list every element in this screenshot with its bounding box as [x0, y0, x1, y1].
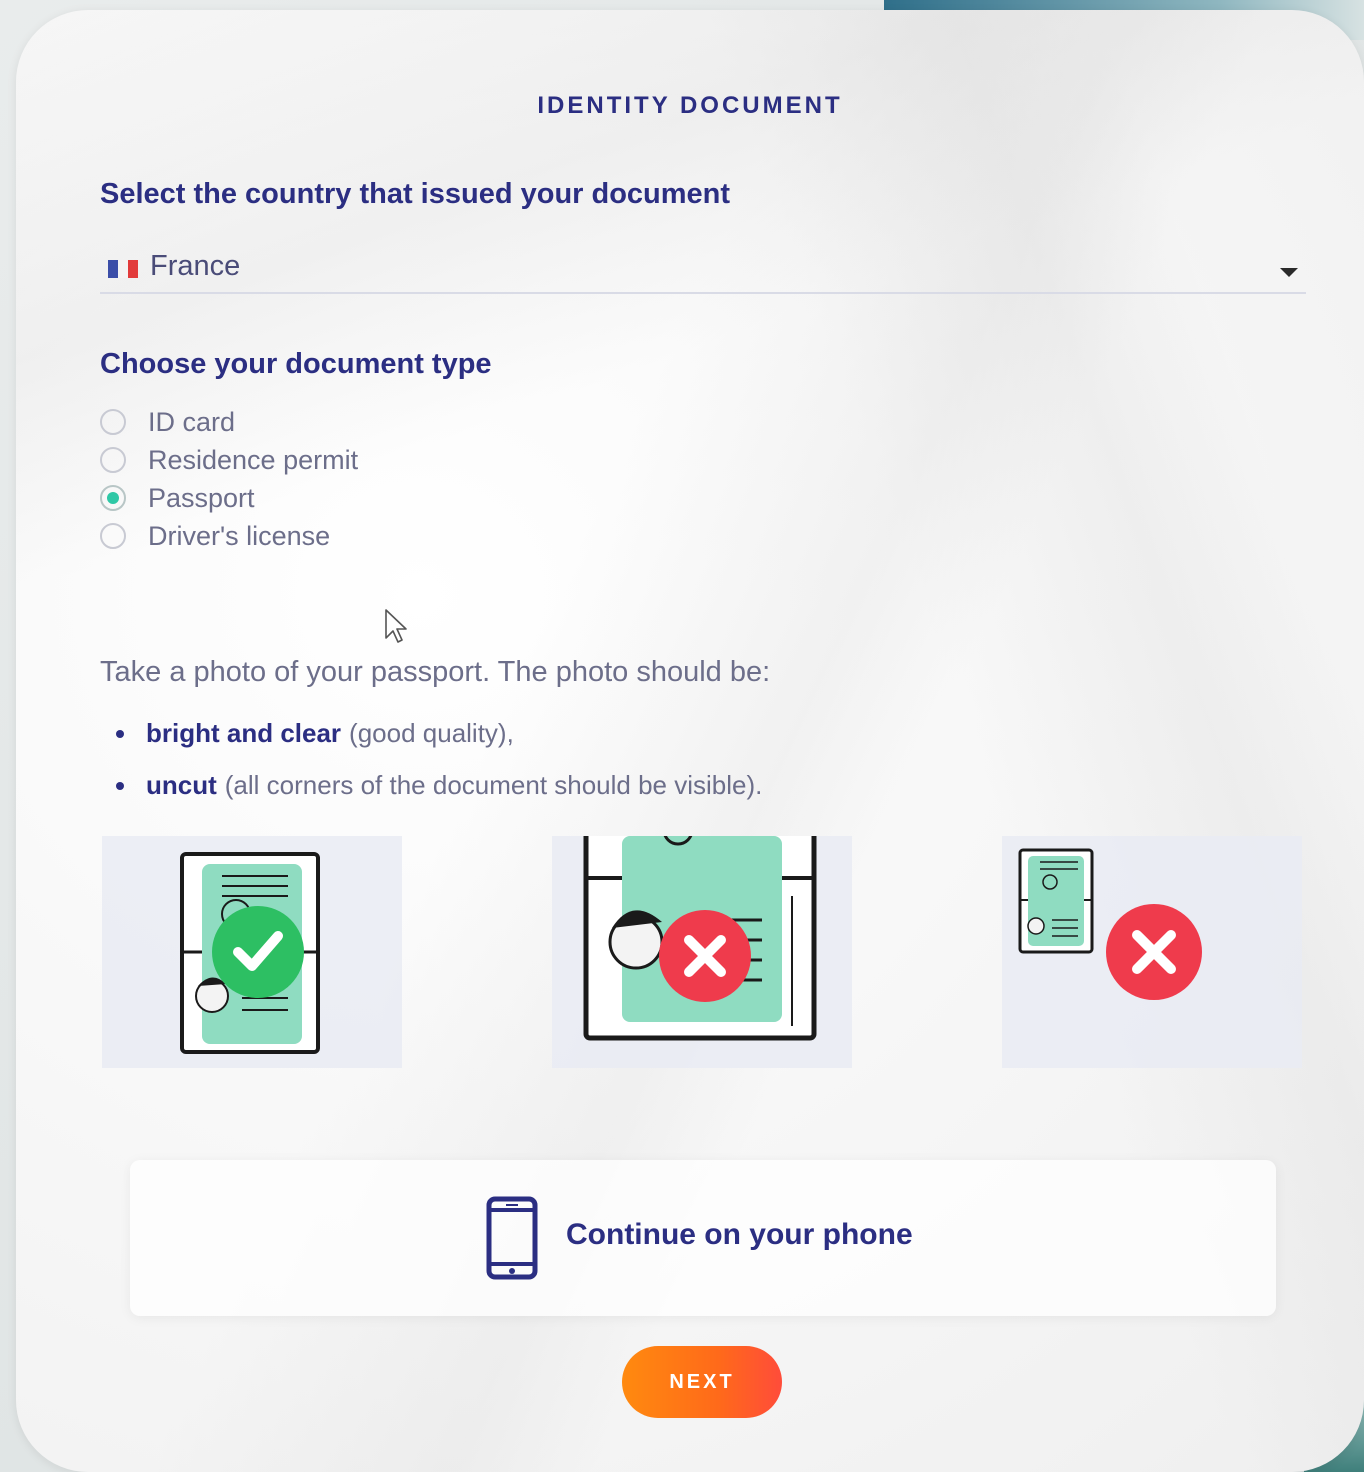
- passport-illustration: [1018, 848, 1202, 1000]
- radio-button[interactable]: [100, 409, 126, 435]
- bullet-bold-text: uncut: [146, 770, 217, 800]
- radio-option-residence-permit[interactable]: Residence permit: [100, 442, 358, 478]
- country-label: Select the country that issued your docu…: [100, 178, 731, 210]
- radio-option-id-card[interactable]: ID card: [100, 404, 235, 440]
- bullet-dot: [116, 781, 124, 790]
- example-cropped-photo: [552, 836, 852, 1068]
- radio-button-checked[interactable]: [100, 485, 126, 511]
- radio-label: Passport: [148, 482, 255, 513]
- continue-on-phone-label: Continue on your phone: [566, 1218, 913, 1251]
- chevron-down-icon: [1280, 268, 1298, 277]
- country-selected-value: France: [150, 250, 241, 282]
- mouse-cursor-icon: [385, 609, 407, 643]
- bullet-bold-text: bright and clear: [146, 718, 342, 748]
- radio-label: ID card: [148, 406, 236, 437]
- bullet-text: (all corners of the document should be v…: [224, 770, 763, 800]
- continue-on-phone-button[interactable]: Continue on your phone: [130, 1160, 1276, 1316]
- bullet-text: (good quality),: [349, 718, 514, 748]
- bullet-dot: [116, 729, 124, 738]
- photo-instructions: Take a photo of your passport. The photo…: [100, 656, 771, 688]
- identity-document-card: IDENTITY DOCUMENT Select the country tha…: [16, 10, 1364, 1472]
- radio-button[interactable]: [100, 523, 126, 549]
- france-flag-icon: [108, 260, 138, 278]
- radio-option-passport[interactable]: Passport: [100, 480, 255, 516]
- document-type-label: Choose your document type: [100, 348, 492, 380]
- page-title: IDENTITY DOCUMENT: [537, 92, 843, 119]
- radio-label: Residence permit: [148, 444, 359, 475]
- passport-illustration: [180, 852, 320, 1054]
- bullet-item: bright and clear (good quality),: [116, 718, 514, 749]
- example-too-small-photo: [1002, 836, 1302, 1068]
- passport-illustration: [583, 836, 817, 1041]
- radio-label: Driver's license: [148, 520, 331, 551]
- phone-icon: [486, 1196, 538, 1280]
- radio-button[interactable]: [100, 447, 126, 473]
- bullet-item: uncut (all corners of the document shoul…: [116, 770, 762, 801]
- country-select[interactable]: France: [100, 246, 1306, 294]
- radio-option-drivers-license[interactable]: Driver's license: [100, 518, 330, 554]
- next-button[interactable]: NEXT: [622, 1346, 782, 1418]
- example-correct-photo: [102, 836, 402, 1068]
